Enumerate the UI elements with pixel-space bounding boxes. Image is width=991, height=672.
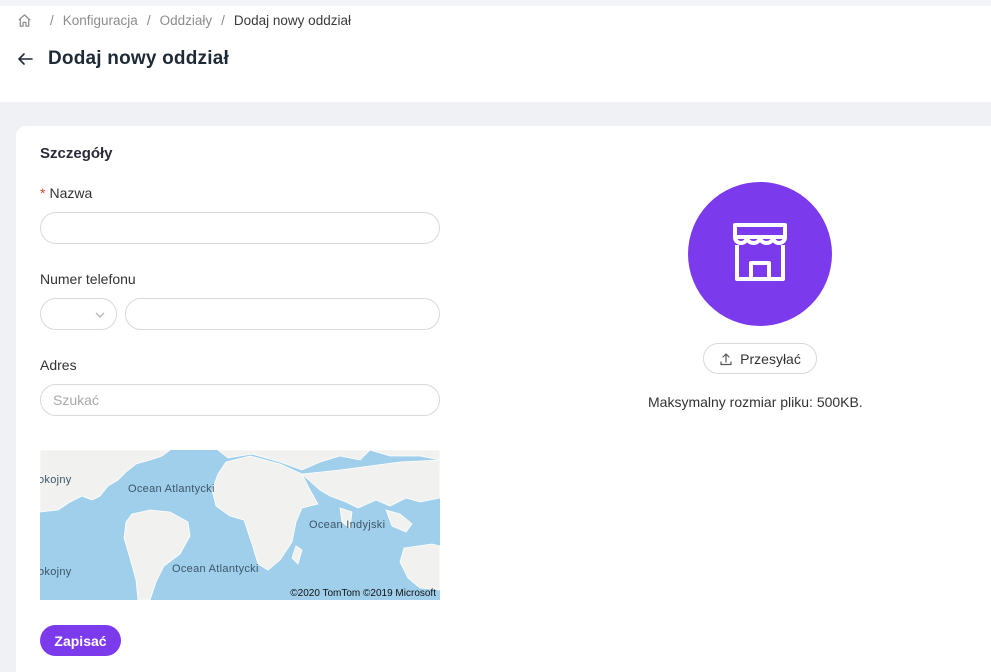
store-icon [727, 219, 793, 290]
home-icon[interactable] [17, 13, 32, 28]
address-search-input[interactable] [40, 384, 440, 416]
chevron-down-icon [94, 309, 106, 321]
map-copyright: ©2020 TomTom ©2019 Microsoft [290, 588, 436, 599]
map-label-pacific-north: okojny [40, 474, 72, 486]
map-label-atlantic-north: Ocean Atlantycki [128, 483, 215, 495]
phone-input[interactable] [125, 298, 440, 330]
phone-label: Numer telefonu [40, 271, 136, 287]
upload-icon [719, 352, 733, 366]
map-label-atlantic-south: Ocean Atlantycki [172, 563, 259, 575]
name-label: * Nazwa [40, 185, 92, 201]
map-label-pacific-south: okojny [40, 566, 72, 578]
breadcrumb-separator: / [221, 13, 225, 28]
breadcrumb-separator: / [146, 13, 151, 28]
title-row: Dodaj nowy oddział [16, 48, 229, 70]
required-mark: * [40, 185, 46, 201]
country-code-select[interactable] [40, 298, 117, 330]
section-title: Szczegóły [40, 145, 113, 162]
map-label-indian: Ocean Indyjski [309, 519, 386, 531]
branch-image-placeholder [688, 182, 832, 326]
breadcrumb-item-configuration[interactable]: Konfiguracja [63, 13, 138, 28]
upload-size-hint: Maksymalny rozmiar pliku: 500KB. [648, 394, 863, 410]
map[interactable]: okojny Ocean Atlantycki Ocean Indyjski o… [40, 450, 440, 600]
back-arrow-icon[interactable] [16, 50, 34, 68]
page-title: Dodaj nowy oddział [48, 48, 229, 69]
upload-button-label: Przesyłać [740, 350, 801, 367]
breadcrumb-item-current: Dodaj nowy oddział [233, 13, 351, 28]
breadcrumb-item-branches[interactable]: Oddziały [160, 13, 213, 28]
upload-button[interactable]: Przesyłać [703, 343, 817, 374]
breadcrumb-separator: / [50, 13, 54, 28]
address-label: Adres [40, 357, 77, 373]
name-label-text: Nazwa [49, 185, 93, 201]
save-button[interactable]: Zapisać [40, 625, 121, 656]
breadcrumb: / Konfiguracja / Oddziały / Dodaj nowy o… [17, 13, 351, 28]
name-input[interactable] [40, 212, 440, 244]
